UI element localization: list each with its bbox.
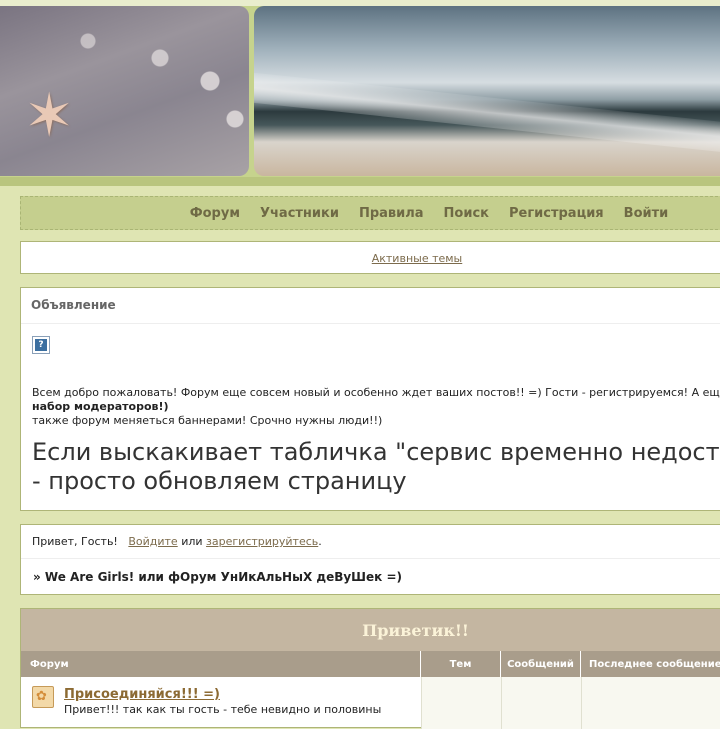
announcement-line-3: также форум меняеться баннерами! Срочно … — [32, 414, 383, 427]
announcement-line-2: набор модераторов!) — [32, 400, 169, 413]
cell-posts — [501, 677, 582, 729]
register-link[interactable]: зарегистрируйтесь — [206, 535, 318, 548]
active-topics-box: Активные темы — [20, 241, 720, 274]
column-forum: Форум — [21, 651, 421, 677]
announcement-big-line-1: Если выскакивает табличка "сервис времен… — [32, 438, 720, 466]
announcement-big-line-2: - просто обновляем страницу — [32, 467, 407, 495]
breadcrumb: » We Are Girls! или фОрум УнИкАльНыХ деВ… — [33, 570, 402, 584]
column-posts: Сообщений — [501, 651, 581, 677]
column-topics: Тем — [421, 651, 501, 677]
announcement-header: Объявление — [21, 288, 720, 324]
forum-description: Привет!!! так как ты гость - тебе невидн… — [64, 703, 382, 716]
forum-folder-icon: ✿ — [32, 686, 54, 708]
nav-item-rules[interactable]: Правила — [359, 206, 424, 221]
forum-row: ✿ Присоединяйся!!! =) Привет!!! так как … — [21, 677, 720, 729]
guest-greeting: Привет, Гость! — [32, 535, 118, 548]
cell-last-post — [581, 677, 720, 729]
login-link[interactable]: Войдите — [128, 535, 177, 548]
announcement-box: Объявление ? Всем добро пожаловать! Фору… — [20, 287, 720, 511]
banner-image-sea — [254, 6, 720, 176]
nav-item-login[interactable]: Войти — [624, 206, 669, 221]
period-text: . — [318, 535, 322, 548]
nav-item-forum[interactable]: Форум — [190, 206, 240, 221]
main-navigation: Форум Участники Правила Поиск Регистраци… — [20, 196, 720, 230]
banner-bottom-stripe — [0, 177, 720, 186]
announcement-line-1: Всем добро пожаловать! Форум еще совсем … — [32, 386, 720, 399]
or-text: или — [181, 535, 203, 548]
starfish-icon: ✶ — [24, 81, 75, 151]
nav-item-members[interactable]: Участники — [260, 206, 339, 221]
category-title: Приветик!! — [21, 609, 720, 651]
divider — [21, 558, 720, 559]
guest-greeting-row: Привет, Гость! Войдите или зарегистрируй… — [32, 535, 322, 548]
forum-category: Приветик!! Форум Тем Сообщений Последнее… — [20, 608, 720, 729]
active-topics-link[interactable]: Активные темы — [21, 252, 720, 265]
forum-title-link[interactable]: Присоединяйся!!! =) — [64, 687, 220, 702]
forum-column-headers: Форум Тем Сообщений Последнее сообщение — [21, 651, 720, 677]
guest-welcome-box: Привет, Гость! Войдите или зарегистрируй… — [20, 524, 720, 595]
nav-item-search[interactable]: Поиск — [444, 206, 489, 221]
announcement-big-text: Если выскакивает табличка "сервис времен… — [32, 438, 720, 496]
nav-item-register[interactable]: Регистрация — [509, 206, 604, 221]
surf-shape — [254, 68, 720, 158]
help-icon[interactable]: ? — [32, 336, 50, 354]
cell-topics — [421, 677, 502, 729]
announcement-text: Всем добро пожаловать! Форум еще совсем … — [32, 386, 720, 428]
column-last-post: Последнее сообщение — [581, 651, 720, 677]
banner-image-sand: ✶ — [0, 6, 249, 176]
header-banner: ✶ — [0, 0, 720, 186]
